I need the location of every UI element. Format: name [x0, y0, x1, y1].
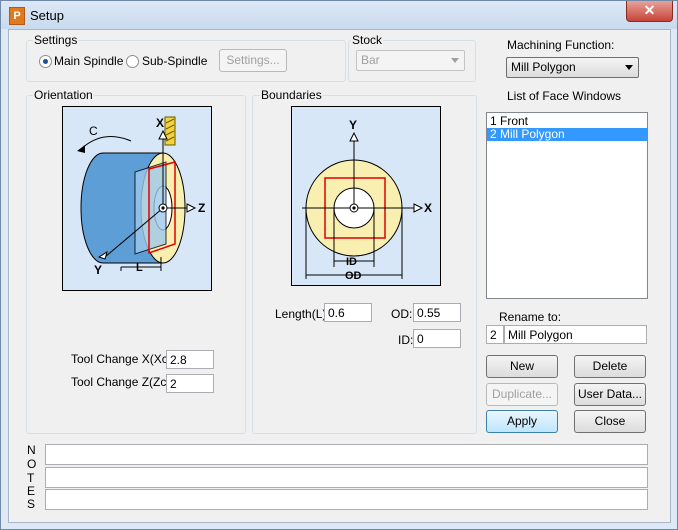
tool-change-x-label: Tool Change X(Xc): — [71, 352, 176, 366]
label-y: Y — [349, 118, 357, 132]
dialog-body: Settings Main Spindle Sub-Spindle Settin… — [8, 29, 671, 523]
new-button[interactable]: New — [486, 355, 558, 378]
notes-letter: E — [27, 484, 36, 498]
notes-field-3[interactable] — [45, 489, 648, 510]
od-field[interactable]: 0.55 — [413, 303, 461, 322]
boundaries-diagram: Y X ID OD — [291, 106, 441, 286]
id-field[interactable]: 0 — [413, 329, 461, 348]
setup-window: P Setup ✕ Settings Main Spindle Sub-Spin… — [0, 0, 678, 530]
notes-letter: T — [27, 471, 35, 485]
stock-select-value: Bar — [361, 53, 380, 67]
id-label: ID: — [398, 333, 414, 347]
notes-letter: O — [27, 457, 37, 471]
label-x: X — [424, 201, 432, 215]
chevron-down-icon — [625, 65, 633, 70]
list-item[interactable]: 2 Mill Polygon — [487, 128, 647, 141]
orientation-group-label: Orientation — [33, 88, 94, 102]
face-windows-list[interactable]: 1 Front 2 Mill Polygon — [486, 112, 648, 299]
label-l: L — [136, 262, 143, 274]
length-label: Length(L): — [275, 307, 330, 321]
rotation-c-arc — [80, 136, 132, 150]
rename-label: Rename to: — [499, 310, 562, 324]
orientation-diagram: C X Z Y L — [62, 106, 212, 291]
od-label: OD: — [391, 307, 413, 321]
settings-button[interactable]: Settings... — [219, 49, 287, 72]
app-icon: P — [9, 7, 25, 25]
label-x: X — [156, 116, 164, 130]
settings-group-label: Settings — [33, 33, 79, 47]
sub-spindle-label[interactable]: Sub-Spindle — [142, 54, 207, 68]
label-y: Y — [94, 263, 102, 277]
boundaries-group-label: Boundaries — [260, 88, 323, 102]
machining-function-value: Mill Polygon — [511, 60, 576, 74]
notes-letter: N — [27, 443, 36, 457]
machining-function-select[interactable]: Mill Polygon — [506, 57, 639, 78]
label-z: Z — [198, 201, 205, 215]
notes-letter: S — [27, 497, 36, 511]
rename-number-field[interactable]: 2 — [486, 325, 504, 344]
title-bar: P Setup ✕ — [1, 1, 677, 29]
label-id: ID — [346, 256, 357, 268]
tool-change-z-label: Tool Change Z(Zc): — [71, 375, 174, 389]
window-close-button[interactable]: ✕ — [626, 1, 673, 22]
main-spindle-radio[interactable] — [39, 55, 52, 68]
length-field[interactable]: 0.6 — [324, 303, 372, 322]
main-spindle-label[interactable]: Main Spindle — [54, 54, 123, 68]
delete-button[interactable]: Delete — [574, 355, 646, 378]
duplicate-button[interactable]: Duplicate... — [486, 383, 558, 406]
label-od: OD — [345, 270, 362, 282]
rename-name-field[interactable]: Mill Polygon — [504, 325, 647, 344]
notes-field-2[interactable] — [45, 467, 648, 488]
user-data-button[interactable]: User Data... — [574, 383, 646, 406]
chevron-down-icon — [451, 58, 459, 63]
label-c: C — [89, 124, 98, 138]
machining-function-label: Machining Function: — [507, 38, 615, 52]
stock-group-label: Stock — [351, 33, 384, 47]
stock-select[interactable]: Bar — [356, 50, 465, 71]
orientation-drawing: C X Z Y L — [77, 116, 205, 277]
tool-change-z-field[interactable]: 2 — [166, 374, 214, 393]
sub-spindle-radio[interactable] — [126, 55, 139, 68]
close-button[interactable]: Close — [574, 410, 646, 433]
boundaries-drawing: Y X ID OD — [302, 118, 432, 282]
tool-change-x-field[interactable]: 2.8 — [166, 350, 214, 369]
window-title: Setup — [30, 8, 64, 23]
apply-button[interactable]: Apply — [486, 410, 558, 433]
face-windows-label: List of Face Windows — [507, 89, 622, 103]
notes-field-1[interactable] — [45, 444, 648, 465]
